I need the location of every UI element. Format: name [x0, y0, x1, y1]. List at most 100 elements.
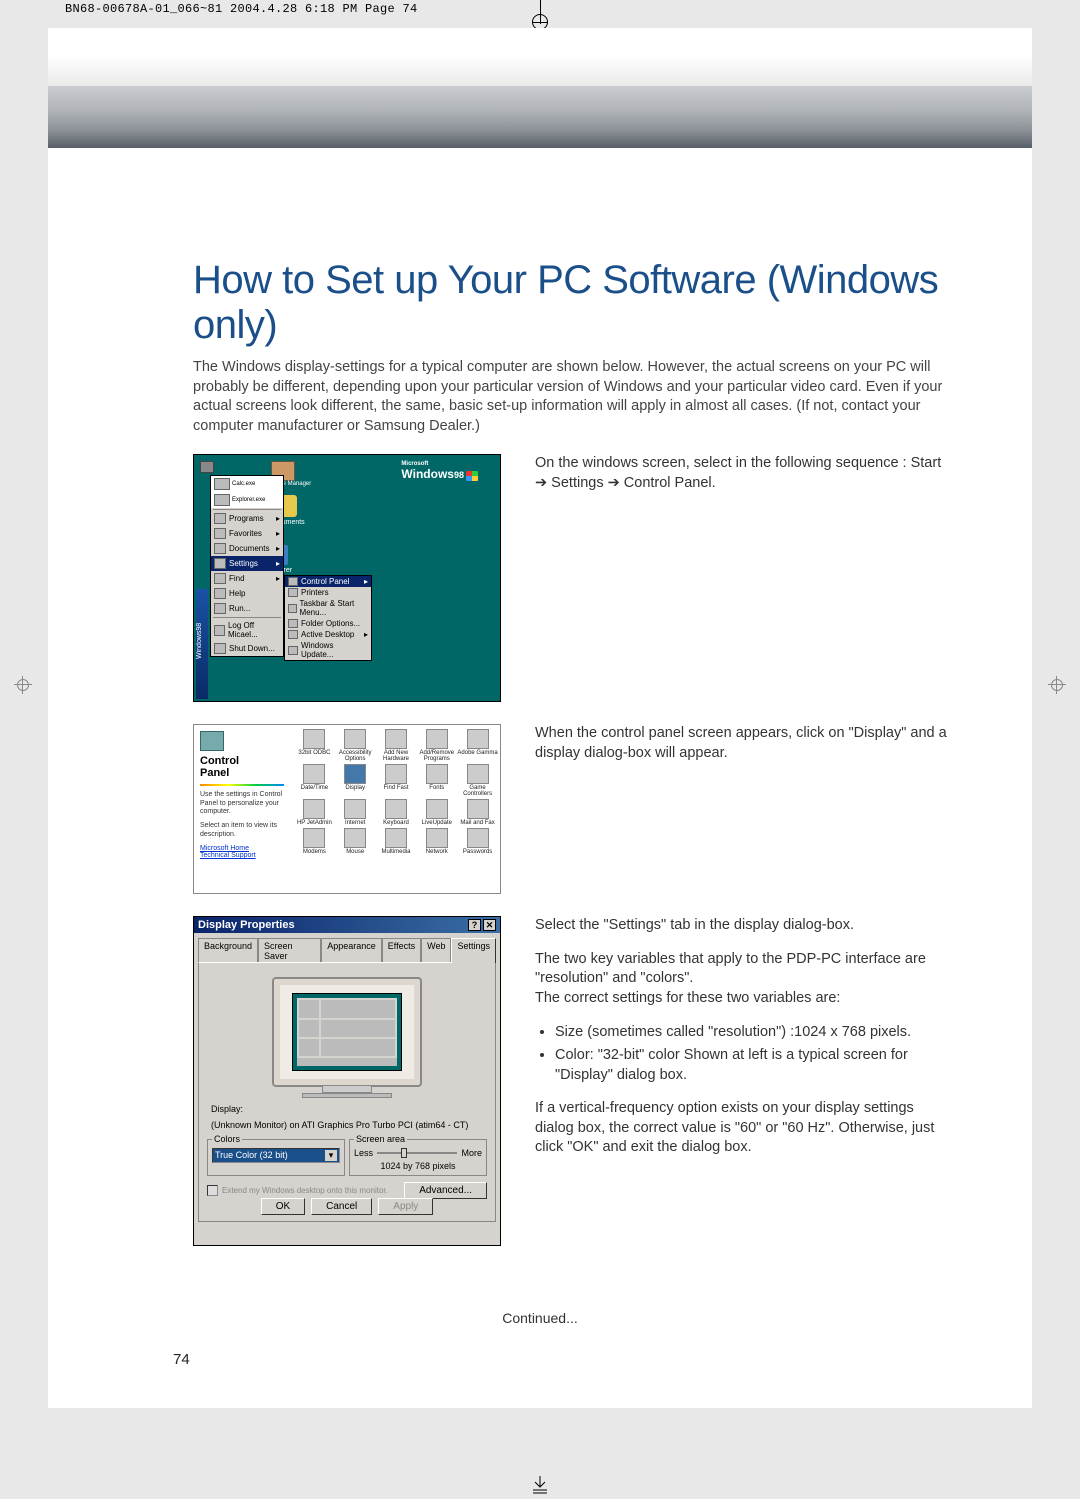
dp-screenarea-group: Screen area Less More 1024 by 768 pixels [349, 1134, 487, 1176]
dp-colors-combo[interactable]: True Color (32 bit)▾ [212, 1148, 340, 1163]
step3-b2: Color: "32-bit" color Shown at left is a… [555, 1046, 953, 1085]
continued-label: Continued... [502, 1310, 578, 1326]
step-3-row: Display Properties ? ✕ Background Screen… [193, 916, 953, 1246]
intro-text: The Windows display-settings for a typic… [193, 358, 953, 436]
cp-icon-32bit-odbc[interactable]: 32bit ODBC [294, 729, 335, 762]
dp-close-button[interactable]: ✕ [483, 919, 496, 931]
dp-extend-checkbox[interactable] [207, 1185, 218, 1196]
sub-windows-update[interactable]: Windows Update... [285, 640, 371, 660]
tab-settings[interactable]: Settings [451, 938, 496, 963]
cp-heading: ControlPanel [200, 755, 284, 779]
cp-icon-internet[interactable]: Internet [335, 799, 376, 826]
sub-control-panel[interactable]: Control Panel▸ [285, 576, 371, 587]
sub-active-desktop[interactable]: Active Desktop▸ [285, 629, 371, 640]
windows-logo: Microsoft Windows98 [401, 461, 478, 481]
cp-icon-hp-jetadmin[interactable]: HP JetAdmin [294, 799, 335, 826]
step3-b1: Size (sometimes called "resolution") :10… [555, 1023, 953, 1043]
start-menu: Calc.exe Explorer.exe Programs▸ Favorite… [210, 475, 284, 657]
tab-screensaver[interactable]: Screen Saver [258, 938, 321, 963]
screenshot-start-menu: Microsoft Windows98 Adobe Type Manager M… [193, 454, 501, 702]
sm-favorites[interactable]: Favorites▸ [211, 526, 283, 541]
dp-titlebar: Display Properties ? ✕ [194, 917, 500, 933]
tab-background[interactable]: Background [198, 938, 258, 963]
cp-icon-accessibility-options[interactable]: Accessibility Options [335, 729, 376, 762]
sub-folder-options[interactable]: Folder Options... [285, 618, 371, 629]
sm-run[interactable]: Run... [211, 601, 283, 616]
dp-colors-legend: Colors [212, 1134, 242, 1144]
sub-taskbar[interactable]: Taskbar & Start Menu... [285, 598, 371, 618]
page-title: How to Set up Your PC Software (Windows … [193, 258, 953, 348]
settings-submenu: Control Panel▸ Printers Taskbar & Start … [284, 575, 372, 661]
crop-mark-right [1048, 676, 1066, 694]
start-menu-top-icons2: Explorer.exe [211, 492, 283, 508]
dp-help-button[interactable]: ? [468, 919, 481, 931]
tab-appearance[interactable]: Appearance [321, 938, 382, 963]
header-band [48, 86, 1032, 148]
screenshot-control-panel: ControlPanel Use the settings in Control… [193, 724, 501, 894]
sm-find[interactable]: Find▸ [211, 571, 283, 586]
dp-display-value: (Unknown Monitor) on ATI Graphics Pro Tu… [207, 1120, 487, 1130]
cp-icon-passwords[interactable]: Passwords [457, 828, 498, 855]
sm-documents[interactable]: Documents▸ [211, 541, 283, 556]
print-header: BN68-00678A-01_066~81 2004.4.28 6:18 PM … [65, 2, 418, 16]
cp-icon-mouse[interactable]: Mouse [335, 828, 376, 855]
dp-tabs: Background Screen Saver Appearance Effec… [194, 933, 500, 962]
tab-web[interactable]: Web [421, 938, 451, 963]
dp-ok-button[interactable]: OK [261, 1198, 305, 1215]
sm-settings[interactable]: Settings▸ [211, 556, 283, 571]
cp-icon-modems[interactable]: Modems [294, 828, 335, 855]
step2-text: When the control panel screen appears, c… [535, 724, 953, 763]
dp-display-label: Display: [211, 1104, 243, 1114]
dp-extend-label: Extend my Windows desktop onto this moni… [222, 1186, 388, 1195]
dp-monitor-preview [272, 977, 422, 1087]
control-panel-icon [200, 731, 224, 751]
cp-icon-find-fast[interactable]: Find Fast [376, 764, 417, 797]
cp-icon-adobe-gamma[interactable]: Adobe Gamma [457, 729, 498, 762]
sm-shutdown[interactable]: Shut Down... [211, 641, 283, 656]
cp-desc2: Select an item to view its description. [200, 822, 284, 839]
screenshot-display-properties: Display Properties ? ✕ Background Screen… [193, 916, 501, 1246]
cp-icon-liveupdate[interactable]: LiveUpdate [416, 799, 457, 826]
page: How to Set up Your PC Software (Windows … [48, 28, 1032, 1408]
cp-desc: Use the settings in Control Panel to per… [200, 791, 284, 816]
step-2-row: ControlPanel Use the settings in Control… [193, 724, 953, 894]
crop-h-top [532, 22, 548, 23]
cp-icon-mail-and-fax[interactable]: Mail and Fax [457, 799, 498, 826]
sm-programs[interactable]: Programs▸ [211, 511, 283, 526]
cp-icon-add-new-hardware[interactable]: Add New Hardware [376, 729, 417, 762]
start-menu-sidebar: Windows98 [196, 589, 208, 699]
sub-printers[interactable]: Printers [285, 587, 371, 598]
cp-icon-display[interactable]: Display [335, 764, 376, 797]
dp-title: Display Properties [198, 919, 295, 931]
cp-icon-network[interactable]: Network [416, 828, 457, 855]
crop-mark-left [14, 676, 32, 694]
cp-link-mshome[interactable]: Microsoft Home [200, 845, 284, 852]
crop-mark-bottom [533, 1476, 547, 1494]
dp-resolution-value: 1024 by 768 pixels [354, 1161, 482, 1171]
content: How to Set up Your PC Software (Windows … [193, 258, 953, 1268]
dp-colors-group: Colors True Color (32 bit)▾ [207, 1134, 345, 1176]
sm-logoff[interactable]: Log Off Micael... [211, 619, 283, 641]
cp-icon-add-remove-programs[interactable]: Add/Remove Programs [416, 729, 457, 762]
step3-p4: If a vertical-frequency option exists on… [535, 1099, 953, 1158]
step3-p1: Select the "Settings" tab in the display… [535, 916, 953, 936]
cp-icon-fonts[interactable]: Fonts [416, 764, 457, 797]
step3-p2: The two key variables that apply to the … [535, 950, 953, 1009]
page-number: 74 [173, 1351, 190, 1368]
desktop-icon [200, 461, 214, 473]
cp-icon-keyboard[interactable]: Keyboard [376, 799, 417, 826]
dp-cancel-button[interactable]: Cancel [311, 1198, 372, 1215]
cp-link-tech[interactable]: Technical Support [200, 852, 284, 859]
sm-help[interactable]: Help [211, 586, 283, 601]
cp-icon-date-time[interactable]: Date/Time [294, 764, 335, 797]
dp-apply-button[interactable]: Apply [378, 1198, 433, 1215]
step-1-row: Microsoft Windows98 Adobe Type Manager M… [193, 454, 953, 702]
cp-icon-game-controllers[interactable]: Game Controllers [457, 764, 498, 797]
dp-screenarea-slider[interactable]: Less More [354, 1148, 482, 1158]
dp-advanced-button[interactable]: Advanced... [404, 1182, 487, 1199]
start-menu-top-icons: Calc.exe [211, 476, 283, 492]
cp-icon-multimedia[interactable]: Multimedia [376, 828, 417, 855]
tab-effects[interactable]: Effects [382, 938, 421, 963]
dp-sa-legend: Screen area [354, 1134, 407, 1144]
step1-text: On the windows screen, select in the fol… [535, 454, 953, 493]
